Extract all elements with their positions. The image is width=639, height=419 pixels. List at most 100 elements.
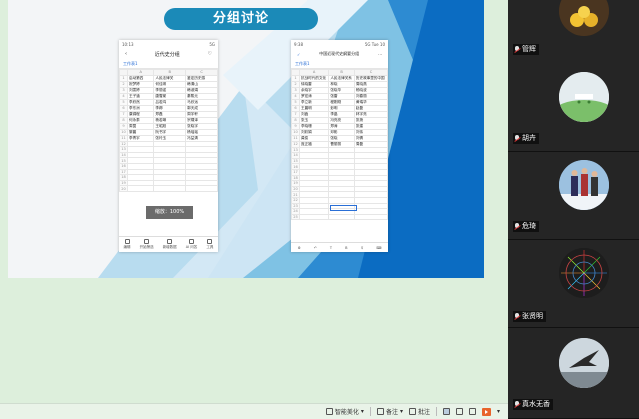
sheet-tab: 工作表1 (119, 60, 218, 69)
toolbar-icon (124, 239, 130, 244)
phone-screenshot-left: 10:13 5G ‹ 近代史分组 ♡ 工作表1 A B C 1 启动第四 人民法律关 鉴定历… (119, 40, 218, 252)
status-time: 10:13 (122, 42, 134, 47)
bold-icon: B (345, 245, 348, 250)
table-row: 1 启动第四 人民法律关 鉴定历史感 (119, 74, 218, 82)
keyboard-icon: ⌨ (376, 245, 382, 250)
toolbar-icon (207, 239, 213, 244)
smart-beautify-button[interactable]: 智能美化 ▾ (325, 407, 364, 416)
toolbar-item[interactable]: 新增数据 (163, 239, 177, 250)
table-cell[interactable] (153, 185, 187, 192)
table-row: 25 (291, 213, 388, 221)
table-cell[interactable] (126, 185, 155, 192)
participant-name-tag: 张贤明 (513, 311, 546, 322)
chevron-down-icon: ▾ (399, 408, 403, 415)
phone-status-bar: 9:38 5G Tue 10 (291, 40, 388, 48)
chevron-down-icon[interactable]: ▾ (497, 408, 500, 415)
table-row: 1 抗战时代的文化 人民法律关系 历史故事里的中国 (291, 74, 388, 82)
slide-title: 分组讨论 (164, 8, 318, 30)
participant-name-tag: 胡卉 (513, 133, 539, 144)
phone-screenshot-right: 9:38 5G Tue 10 ✓ 中国近现代史纲要分组 ⋯ 工作表1 ABC1抗… (291, 40, 388, 252)
toolbar-item[interactable]: AI 问答 (185, 239, 198, 250)
gear-icon: ⚙ (297, 245, 301, 250)
sheet-title: 近代史分组 (154, 51, 180, 58)
row-number[interactable]: 25 (291, 213, 300, 221)
slide-canvas[interactable]: 分组讨论 10:13 5G ‹ 近代史分组 ♡ 工作表1 A B C 1 启动第四 人民法… (8, 0, 484, 278)
participant-tile[interactable]: 张贤明 (508, 240, 639, 328)
toolbar-icon (144, 239, 150, 244)
normal-view-icon[interactable] (442, 408, 450, 415)
zoom-toast: 缩放：100% (146, 206, 193, 219)
text-icon: T (329, 245, 333, 250)
mic-muted-icon (514, 313, 520, 320)
participant-avatar (559, 0, 609, 36)
table-cell[interactable] (185, 185, 218, 192)
toolbar-item[interactable]: 编辑 (124, 239, 131, 250)
phone-toolbar: ⚙ ↶ T B ⊽ ⌨ (291, 242, 388, 252)
slide-editor-area: 分组讨论 10:13 5G ‹ 近代史分组 ♡ 工作表1 A B C 1 启动第四 人民法… (0, 0, 508, 403)
grid-view-icon[interactable] (455, 408, 463, 415)
spreadsheet-grid: A B C 1 启动第四 人民法律关 鉴定历史感 2 祝梦婷 何佳琪 韩清山 3 刘雯婷 李丽诺 韩淑娟 4 王… (119, 69, 218, 192)
participant-tile[interactable]: 真水无香 (508, 328, 639, 419)
table-row: 20 (119, 185, 218, 192)
check-icon: ✓ (297, 51, 301, 57)
sheet-tab: 工作表1 (291, 60, 388, 69)
toolbar-icon (189, 239, 195, 244)
divider (369, 407, 371, 416)
participant-avatar (559, 248, 609, 298)
status-signal: 5G Tue 10 (364, 42, 385, 47)
participant-avatar (559, 160, 609, 210)
table-cell[interactable] (298, 213, 330, 221)
status-time: 9:38 (294, 42, 303, 47)
notes-button[interactable]: 备注 ▾ (376, 407, 403, 416)
more-icon: ⋯ (377, 51, 382, 57)
slide-background (8, 0, 484, 278)
participant-name-tag: 真水无香 (513, 399, 553, 410)
phone-status-bar: 10:13 5G (119, 40, 218, 48)
participant-avatar (559, 72, 609, 122)
mic-muted-icon (514, 46, 520, 53)
table-cell[interactable]: 人民法律关系 (328, 74, 355, 82)
sheet-title: 中国近现代史纲要分组 (319, 51, 360, 56)
phone-nav-bar: ✓ 中国近现代史纲要分组 ⋯ (291, 48, 388, 60)
toolbar-item[interactable]: 工具 (206, 239, 213, 250)
status-signal: 5G (209, 42, 215, 47)
participant-name-tag: 危琦 (513, 221, 539, 232)
play-slideshow-icon[interactable] (481, 407, 491, 416)
mic-muted-icon (514, 223, 520, 230)
selected-cell (330, 205, 357, 211)
phone-toolbar: 编辑 开始筛选 新增数据 AI 问答 工具 (119, 236, 218, 252)
row-number[interactable]: 20 (119, 185, 128, 192)
toolbar-label: 工具 (206, 245, 214, 249)
table-cell[interactable] (353, 213, 388, 221)
phone-nav-bar: ‹ 近代史分组 ♡ (119, 48, 218, 60)
back-icon: ‹ (125, 51, 127, 57)
participant-tile[interactable]: 胡卉 (508, 64, 639, 152)
beautify-icon (325, 408, 333, 415)
table-cell[interactable]: 历史故事里的中国 (353, 74, 388, 82)
table-cell[interactable]: 抗战时代的文化 (298, 74, 330, 82)
toolbar-icon (167, 239, 173, 244)
table-cell[interactable] (328, 213, 355, 221)
notes-icon (376, 408, 384, 415)
divider (435, 407, 437, 416)
participant-avatar (559, 338, 609, 388)
app-status-bar: 智能美化 ▾ 备注 ▾ 批注 ▾ (0, 403, 508, 419)
mic-muted-icon (514, 135, 520, 142)
video-participants-panel: 管辉 胡卉 危琦 张贤明 真水无香 (508, 0, 639, 419)
toolbar-label: 开始筛选 (139, 245, 154, 249)
toolbar-label: AI 问答 (185, 245, 198, 249)
comment-icon (408, 408, 416, 415)
participant-name-tag: 管辉 (513, 44, 539, 55)
filter-icon: ⊽ (360, 245, 364, 250)
toolbar-item[interactable]: 开始筛选 (140, 239, 154, 250)
toolbar-label: 新增数据 (162, 245, 177, 249)
mic-muted-icon (514, 401, 520, 408)
toolbar-label: 编辑 (123, 245, 131, 249)
share-icon: ♡ (207, 51, 212, 57)
undo-icon: ↶ (313, 245, 317, 250)
spreadsheet-grid: A B C 1 抗战时代的文化 人民法律关系 历史故事里的中国 2 徐晓雷 林晓 周晓燕 3 余晓宇 张晓… (291, 69, 388, 221)
chevron-down-icon: ▾ (360, 408, 364, 415)
reading-view-icon[interactable] (468, 408, 476, 415)
participant-tile[interactable]: 危琦 (508, 152, 639, 240)
comments-button[interactable]: 批注 (408, 407, 430, 416)
